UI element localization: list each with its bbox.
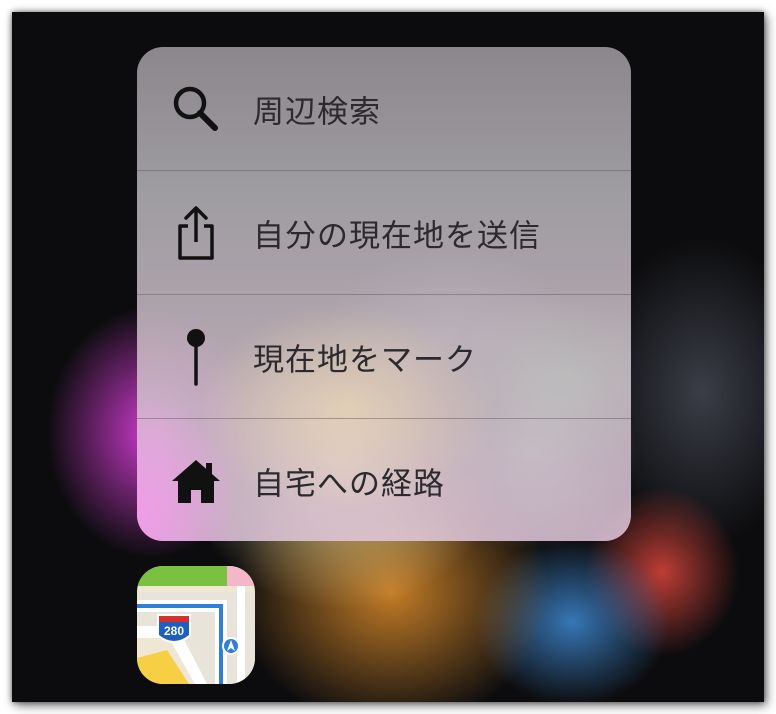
search-icon xyxy=(167,80,225,138)
quick-actions-menu: 周辺検索 自分の現在地を送信 現在地をマーク 自宅への経路 xyxy=(137,47,631,541)
pin-icon xyxy=(167,328,225,386)
screenshot-frame: 周辺検索 自分の現在地を送信 現在地をマーク 自宅への経路 280 xyxy=(12,12,764,702)
menu-item-send-location[interactable]: 自分の現在地を送信 xyxy=(137,171,631,294)
menu-item-label: 現在地をマーク xyxy=(253,342,477,378)
menu-item-label: 自宅への経路 xyxy=(253,466,445,502)
home-icon xyxy=(167,452,225,510)
menu-item-label: 周辺検索 xyxy=(253,94,381,130)
menu-item-directions-home[interactable]: 自宅への経路 xyxy=(137,419,631,541)
maps-app-icon[interactable]: 280 xyxy=(137,566,255,684)
menu-item-mark-location[interactable]: 現在地をマーク xyxy=(137,295,631,418)
interstate-shield-icon: 280 xyxy=(157,614,191,643)
share-icon xyxy=(167,204,225,262)
shield-number: 280 xyxy=(164,624,184,638)
menu-item-label: 自分の現在地を送信 xyxy=(253,218,541,254)
menu-item-nearby-search[interactable]: 周辺検索 xyxy=(137,47,631,170)
